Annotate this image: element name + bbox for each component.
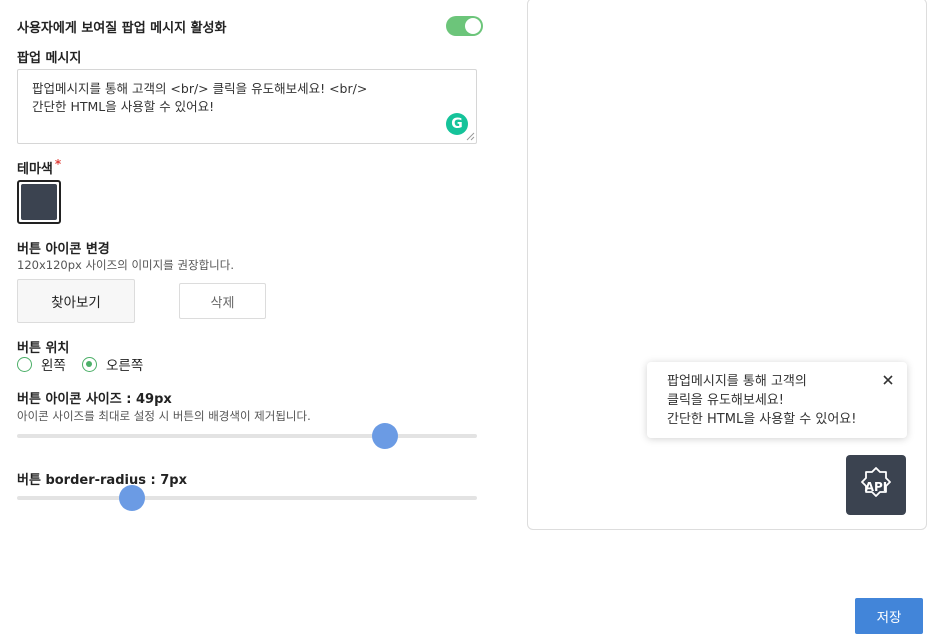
- grammarly-icon[interactable]: G: [446, 113, 468, 135]
- close-icon[interactable]: [880, 372, 896, 388]
- theme-color-swatch: [21, 184, 57, 220]
- save-button[interactable]: 저장: [855, 598, 923, 634]
- api-gear-icon: API: [861, 467, 891, 497]
- position-left-label: 왼쪽: [41, 358, 66, 374]
- preview-panel: [527, 0, 927, 530]
- browse-button[interactable]: 찾아보기: [17, 279, 135, 323]
- radio-right-circle[interactable]: [82, 356, 97, 372]
- popup-preview: 팝업메시지를 통해 고객의 클릭을 유도해보세요! 간단한 HTML을 사용할 …: [647, 362, 907, 438]
- api-button-label: API: [865, 480, 888, 494]
- popup-enable-toggle[interactable]: [446, 16, 483, 36]
- border-radius-slider-thumb[interactable]: [119, 485, 145, 511]
- icon-size-slider-thumb[interactable]: [372, 423, 398, 449]
- icon-size-hint: 아이콘 사이즈를 최대로 설정 시 버튼의 배경색이 제거됩니다.: [17, 409, 311, 423]
- radio-left-circle[interactable]: [17, 356, 32, 372]
- popup-message-textarea[interactable]: 팝업메시지를 통해 고객의 <br/> 클릭을 유도해보세요! <br/> 간단…: [17, 69, 477, 144]
- theme-color-picker[interactable]: [17, 180, 61, 224]
- toggle-knob: [465, 18, 481, 34]
- popup-enable-label: 사용자에게 보여질 팝업 메시지 활성화: [17, 21, 227, 36]
- resize-grip-icon[interactable]: [466, 132, 475, 141]
- api-chat-button[interactable]: API: [846, 455, 906, 515]
- border-radius-slider-track[interactable]: [17, 496, 477, 500]
- position-right-label: 오른쪽: [106, 358, 144, 374]
- position-left-radio[interactable]: 왼쪽: [17, 354, 66, 374]
- border-radius-label: 버튼 border-radius : 7px: [17, 473, 187, 488]
- position-right-radio[interactable]: 오른쪽: [82, 354, 143, 374]
- icon-change-label: 버튼 아이콘 변경: [17, 242, 110, 257]
- icon-size-slider-track[interactable]: [17, 434, 477, 438]
- required-mark: *: [54, 157, 62, 171]
- theme-color-label-text: 테마색: [17, 162, 53, 177]
- icon-change-hint: 120x120px 사이즈의 이미지를 권장합니다.: [17, 258, 234, 272]
- theme-color-label: 테마색 *: [17, 157, 62, 177]
- delete-button[interactable]: 삭제: [179, 283, 266, 319]
- icon-size-label: 버튼 아이콘 사이즈 : 49px: [17, 392, 172, 407]
- popup-message-label: 팝업 메시지: [17, 51, 82, 66]
